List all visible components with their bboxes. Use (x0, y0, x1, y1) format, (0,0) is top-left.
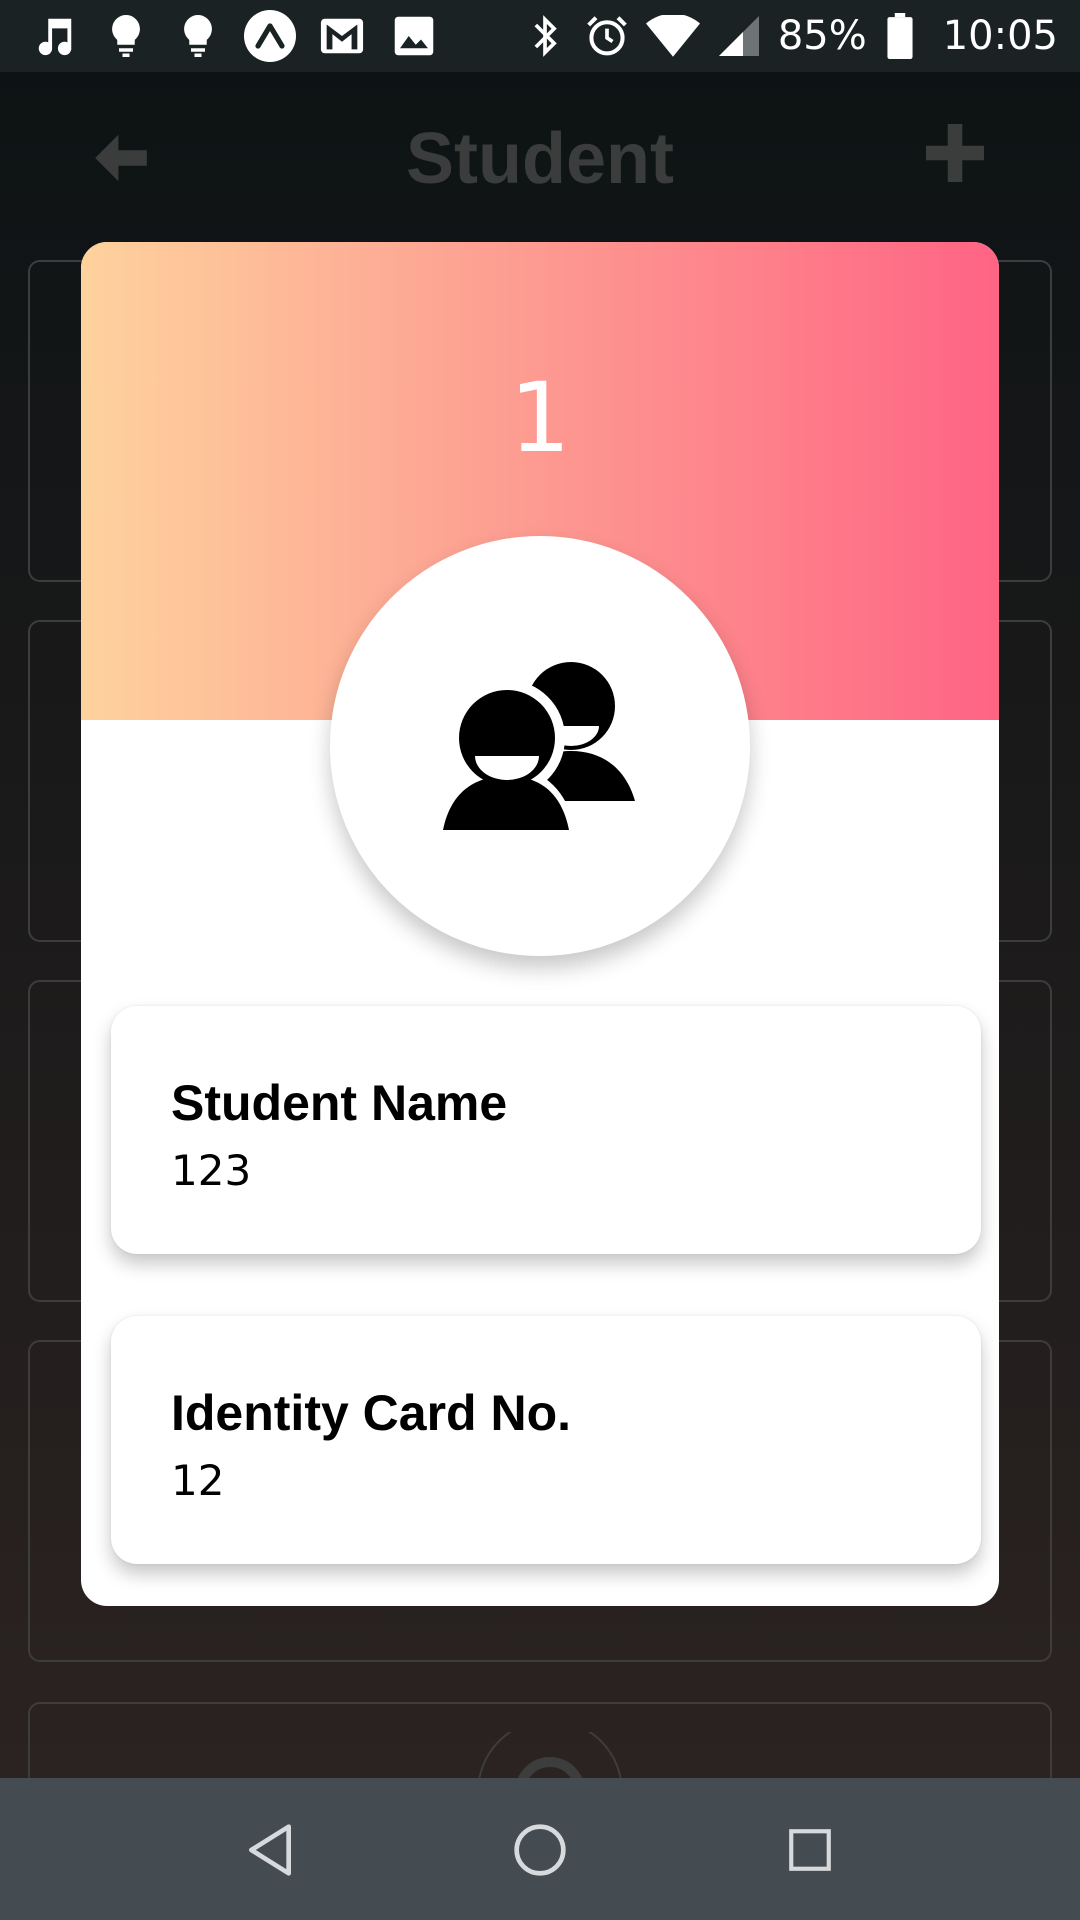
image-icon (388, 10, 440, 62)
student-name-card: Student Name 123 (111, 1006, 981, 1254)
status-bar: 85% 10:05 (0, 0, 1080, 72)
battery-icon (885, 13, 915, 59)
field-label: Student Name (171, 1075, 508, 1131)
clock-time: 10:05 (942, 13, 1058, 59)
student-number: 1 (509, 362, 571, 474)
notification-icons (28, 10, 460, 62)
expo-icon (244, 10, 296, 62)
field-label: Identity Card No. (171, 1385, 572, 1441)
signal-icon (716, 13, 762, 59)
app-header: Student (0, 72, 1080, 242)
identity-card-card: Identity Card No. 12 (111, 1316, 981, 1564)
bluetooth-icon (522, 13, 568, 59)
field-value: 12 (171, 1456, 225, 1505)
music-note-icon (28, 10, 80, 62)
lightbulb-icon (172, 10, 224, 62)
gmail-icon (316, 10, 368, 62)
field-value: 123 (171, 1146, 252, 1195)
avatar (330, 536, 750, 956)
wifi-icon (645, 13, 700, 59)
alarm-icon (584, 13, 630, 59)
battery-percent: 85% (777, 13, 867, 59)
recents-square-icon[interactable] (778, 1818, 842, 1882)
system-icons: 85% 10:05 (522, 0, 1058, 72)
plus-icon[interactable] (926, 124, 984, 182)
navigation-bar (0, 1778, 1080, 1920)
home-circle-icon[interactable] (508, 1818, 572, 1882)
back-triangle-icon[interactable] (238, 1818, 302, 1882)
student-detail-modal: 1 Student Name 123 Identity Card No. 12 (81, 242, 999, 1606)
lightbulb-icon (100, 10, 152, 62)
users-icon (435, 662, 635, 836)
page-title: Student (406, 119, 674, 199)
